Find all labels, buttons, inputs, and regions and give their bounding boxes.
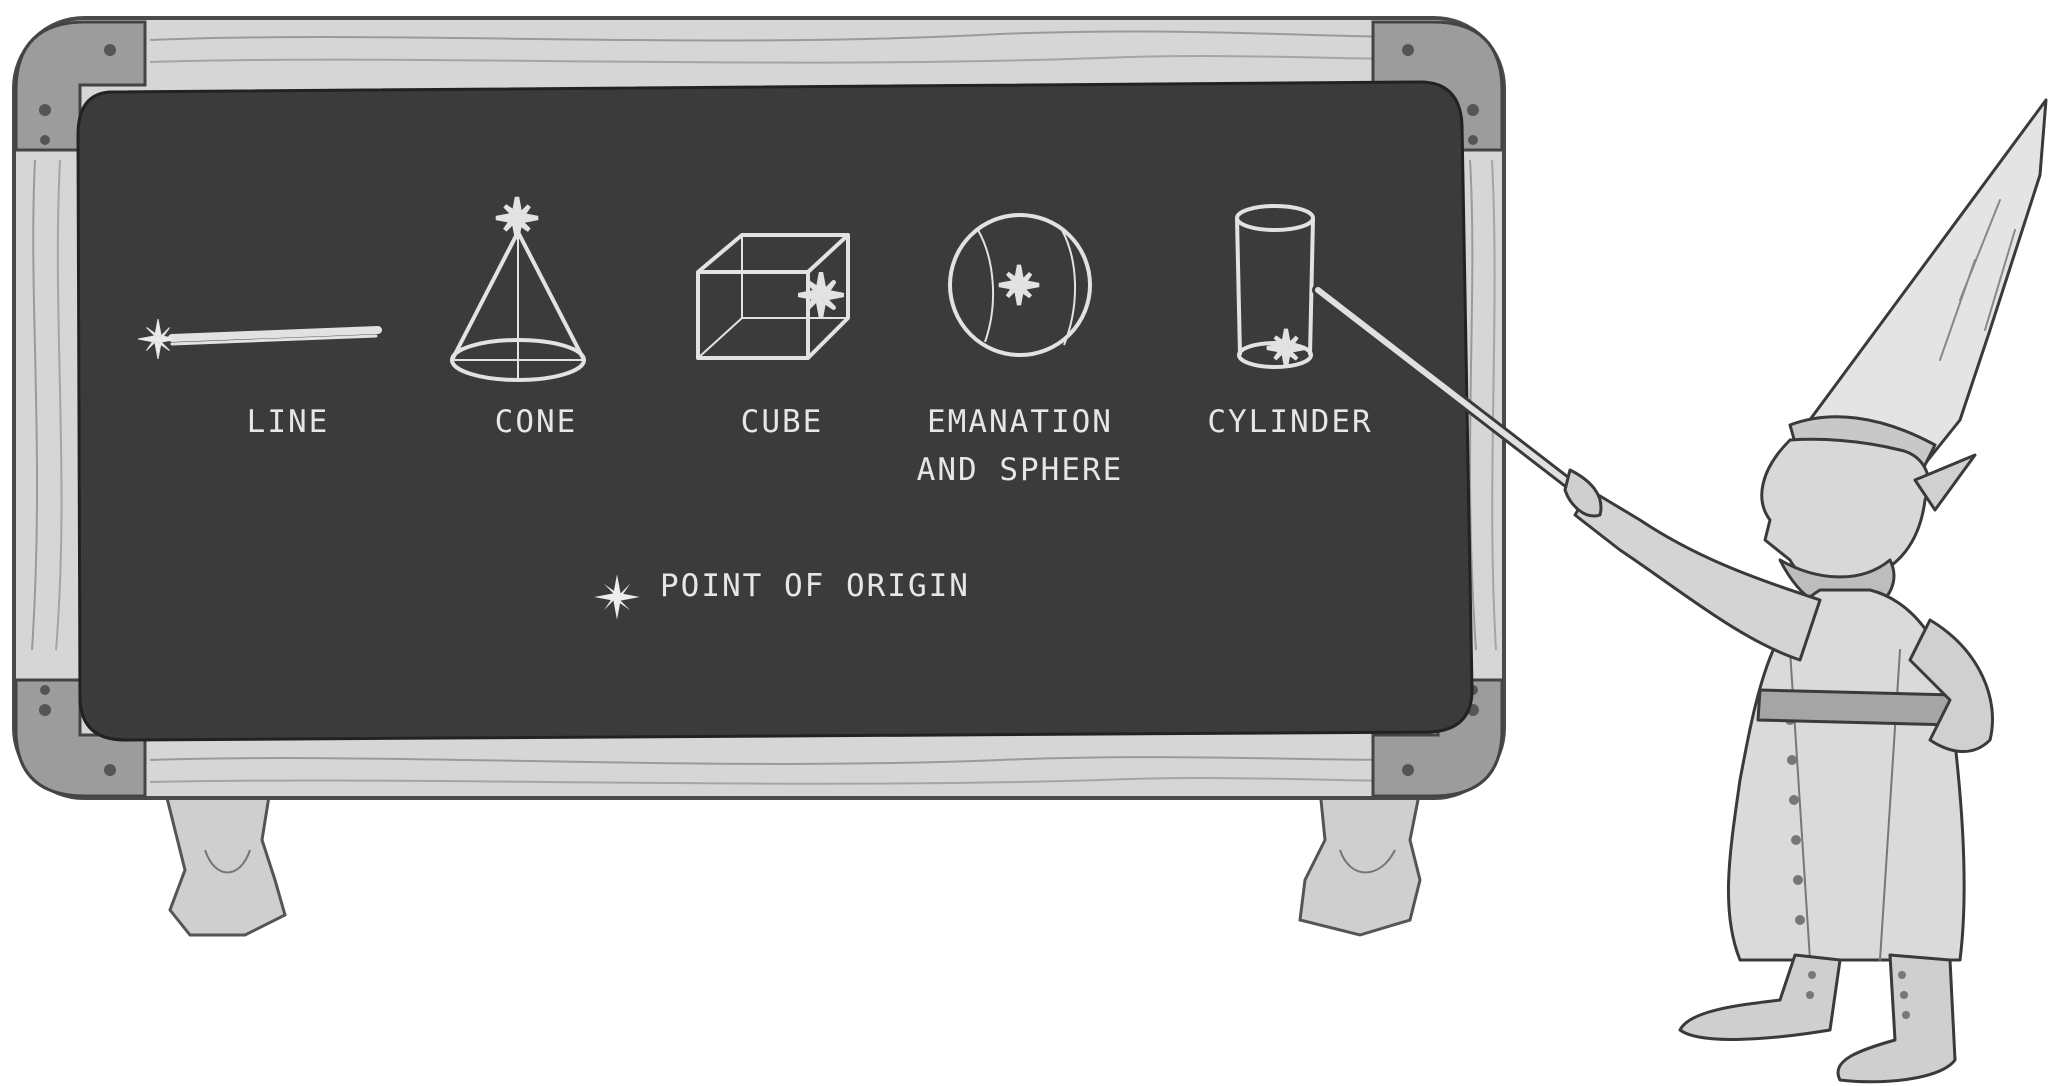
chalkboard-illustration — [12, 16, 2048, 1084]
shape-label-cone: CONE — [494, 404, 578, 440]
board-legs — [163, 788, 1422, 937]
legend-label-point-of-origin: POINT OF ORIGIN — [660, 568, 970, 604]
shape-label-cylinder: CYLINDER — [1207, 404, 1373, 440]
shape-label-cube: CUBE — [740, 404, 824, 440]
shape-label-line: LINE — [246, 404, 330, 440]
shape-label-sphere: EMANATION AND SPHERE — [916, 404, 1124, 488]
